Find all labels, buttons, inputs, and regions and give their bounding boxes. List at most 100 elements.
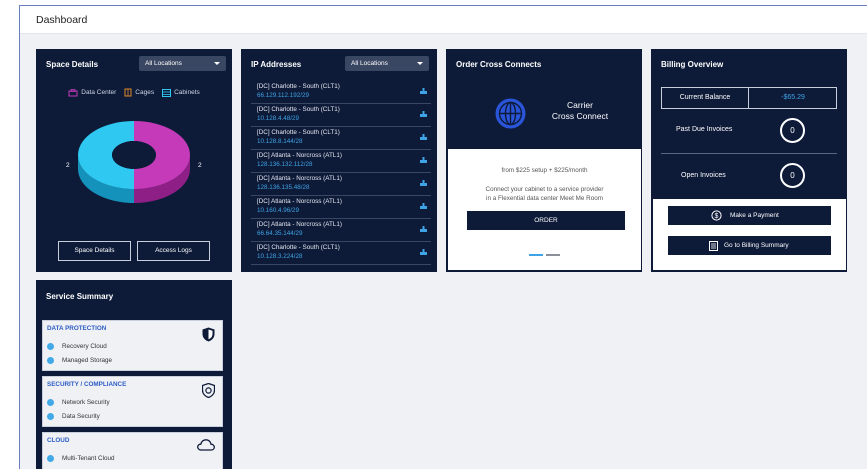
- open-invoices-count[interactable]: 0: [780, 163, 805, 188]
- security-lock-icon: [202, 383, 215, 398]
- service-group-data-protection[interactable]: DATA PROTECTION Recovery Cloud Managed S…: [42, 320, 223, 371]
- ip-row[interactable]: [DC] Atlanta - Norcross (ATL1) 128.136.13…: [251, 173, 431, 196]
- ip-addresses-card: IP Addresses All Locations [DC] Charlott…: [241, 49, 437, 272]
- open-invoices-label: Open Invoices: [681, 172, 726, 179]
- service-item: Recovery Cloud: [47, 343, 107, 350]
- donut-right-value: 2: [198, 162, 202, 169]
- ip-row[interactable]: [DC] Charlotte - South (CLT1) 10.128.8.14…: [251, 127, 431, 150]
- service-dot: [47, 399, 54, 406]
- carousel-dot-active[interactable]: [529, 254, 543, 256]
- ip-location-select[interactable]: All Locations: [345, 56, 429, 71]
- service-group-security[interactable]: SECURITY / COMPLIANCE Network Security D…: [42, 376, 223, 427]
- current-balance-box: Current Balance -$65.29: [661, 87, 837, 109]
- network-icon[interactable]: [420, 157, 427, 163]
- space-donut-chart: [78, 121, 190, 203]
- space-details-card: Space Details All Locations Data Center …: [36, 49, 232, 272]
- cross-connect-product: Carrier Cross Connect: [545, 100, 615, 122]
- ip-address-value: 10.128.8.144/28: [257, 138, 303, 145]
- service-item: Managed Storage: [47, 357, 112, 364]
- ip-location-name: [DC] Atlanta - Norcross (ATL1): [257, 221, 342, 228]
- donut-hole: [112, 141, 156, 169]
- cabinet-icon: [162, 88, 172, 97]
- page-title: Dashboard: [36, 14, 88, 26]
- ip-row[interactable]: [DC] Charlotte - South (CLT1) 10.128.4.48…: [251, 104, 431, 127]
- network-icon[interactable]: [420, 111, 427, 117]
- space-legend: Data Center Cages Cabinets: [36, 88, 232, 97]
- ip-row[interactable]: [DC] Atlanta - Norcross (ATL1) 128.136.13…: [251, 150, 431, 173]
- service-item: Data Security: [47, 413, 100, 420]
- billing-summary-label: Go to Billing Summary: [724, 242, 789, 249]
- ip-row[interactable]: [DC] Atlanta - Norcross (ATL1) 10.160.4.9…: [251, 196, 431, 219]
- service-summary-card: Service Summary DATA PROTECTION Recovery…: [36, 280, 232, 469]
- billing-actions: $ Make a Payment Go to Billing Summary: [653, 199, 846, 270]
- document-icon: [709, 241, 718, 251]
- cross-connects-title: Order Cross Connects: [456, 60, 542, 69]
- service-group-heading: CLOUD: [47, 437, 70, 444]
- cross-connects-card: Order Cross Connects Carrier Cross Conne…: [446, 49, 642, 272]
- donut-left-value: 2: [66, 162, 70, 169]
- network-icon[interactable]: [420, 249, 427, 255]
- ip-addresses-title: IP Addresses: [251, 60, 302, 69]
- ip-location-name: [DC] Charlotte - South (CLT1): [257, 83, 340, 90]
- network-icon[interactable]: [420, 134, 427, 140]
- ip-row[interactable]: [DC] Atlanta - Norcross (ATL1) 66.64.35.1…: [251, 219, 431, 242]
- service-item-label: Multi-Tenant Cloud: [62, 455, 115, 462]
- cross-connect-desc-line2: in a Flexential data center Meet Me Room: [486, 195, 603, 202]
- cross-connect-price: from $225 setup + $225/month: [501, 167, 588, 174]
- ip-address-value: 10.160.4.96/29: [257, 207, 300, 214]
- chevron-down-icon: [214, 62, 220, 65]
- ip-address-value: 128.136.135.48/28: [257, 184, 310, 191]
- ip-address-value: 10.128.3.224/28: [257, 253, 303, 260]
- ip-location-select-value: All Locations: [351, 60, 388, 67]
- cross-connect-details: from $225 setup + $225/month Connect you…: [448, 149, 641, 270]
- access-logs-button[interactable]: Access Logs: [137, 241, 210, 261]
- network-icon[interactable]: [420, 203, 427, 209]
- service-item-label: Data Security: [62, 413, 100, 420]
- service-dot: [47, 343, 54, 350]
- service-item: Network Security: [47, 399, 110, 406]
- space-details-button[interactable]: Space Details: [58, 241, 131, 261]
- past-due-count[interactable]: 0: [780, 118, 805, 143]
- legend-cabinets[interactable]: Cabinets: [162, 88, 200, 97]
- service-item-label: Recovery Cloud: [62, 343, 107, 350]
- service-group-heading: SECURITY / COMPLIANCE: [47, 381, 127, 388]
- legend-cages[interactable]: Cages: [124, 88, 154, 97]
- billing-divider: [661, 153, 837, 154]
- make-payment-label: Make a Payment: [730, 212, 779, 219]
- service-group-cloud[interactable]: CLOUD Multi-Tenant Cloud: [42, 432, 223, 469]
- ip-address-value: 128.136.132.112/28: [257, 161, 313, 168]
- space-location-select[interactable]: All Locations: [139, 56, 226, 71]
- ip-row[interactable]: [DC] Charlotte - South (CLT1) 66.129.112.…: [251, 81, 431, 104]
- service-item: Multi-Tenant Cloud: [47, 455, 115, 462]
- ip-location-name: [DC] Charlotte - South (CLT1): [257, 106, 340, 113]
- dashboard-frame: Dashboard Space Details All Locations Da…: [19, 5, 867, 469]
- cage-icon: [124, 88, 132, 97]
- ip-row[interactable]: [DC] Charlotte - South (CLT1) 10.128.3.22…: [251, 242, 431, 265]
- ip-address-value: 66.129.112.192/29: [257, 92, 310, 99]
- network-icon[interactable]: [420, 180, 427, 186]
- service-dot: [47, 413, 54, 420]
- cross-connect-product-line2: Cross Connect: [551, 111, 609, 121]
- billing-card: Billing Overview Current Balance -$65.29…: [651, 49, 847, 272]
- network-icon[interactable]: [420, 226, 427, 232]
- chevron-down-icon: [417, 62, 423, 65]
- order-button[interactable]: ORDER: [467, 211, 625, 230]
- billing-title: Billing Overview: [661, 60, 724, 69]
- service-dot: [47, 455, 54, 462]
- building-icon: [68, 88, 78, 96]
- shield-icon: [202, 327, 215, 342]
- service-dot: [47, 357, 54, 364]
- service-summary-title: Service Summary: [46, 292, 114, 301]
- network-icon[interactable]: [420, 88, 427, 94]
- billing-summary-button[interactable]: Go to Billing Summary: [668, 236, 831, 255]
- legend-data-center[interactable]: Data Center: [68, 88, 116, 97]
- ip-location-name: [DC] Charlotte - South (CLT1): [257, 244, 340, 251]
- carousel-dot[interactable]: [546, 254, 560, 256]
- cloud-icon: [197, 439, 215, 451]
- page-header: Dashboard: [20, 6, 867, 34]
- ip-address-value: 10.128.4.48/29: [257, 115, 300, 122]
- space-location-select-value: All Locations: [145, 60, 182, 67]
- legend-data-center-label: Data Center: [81, 89, 117, 96]
- ip-address-value: 66.64.35.144/29: [257, 230, 303, 237]
- make-payment-button[interactable]: $ Make a Payment: [668, 206, 831, 225]
